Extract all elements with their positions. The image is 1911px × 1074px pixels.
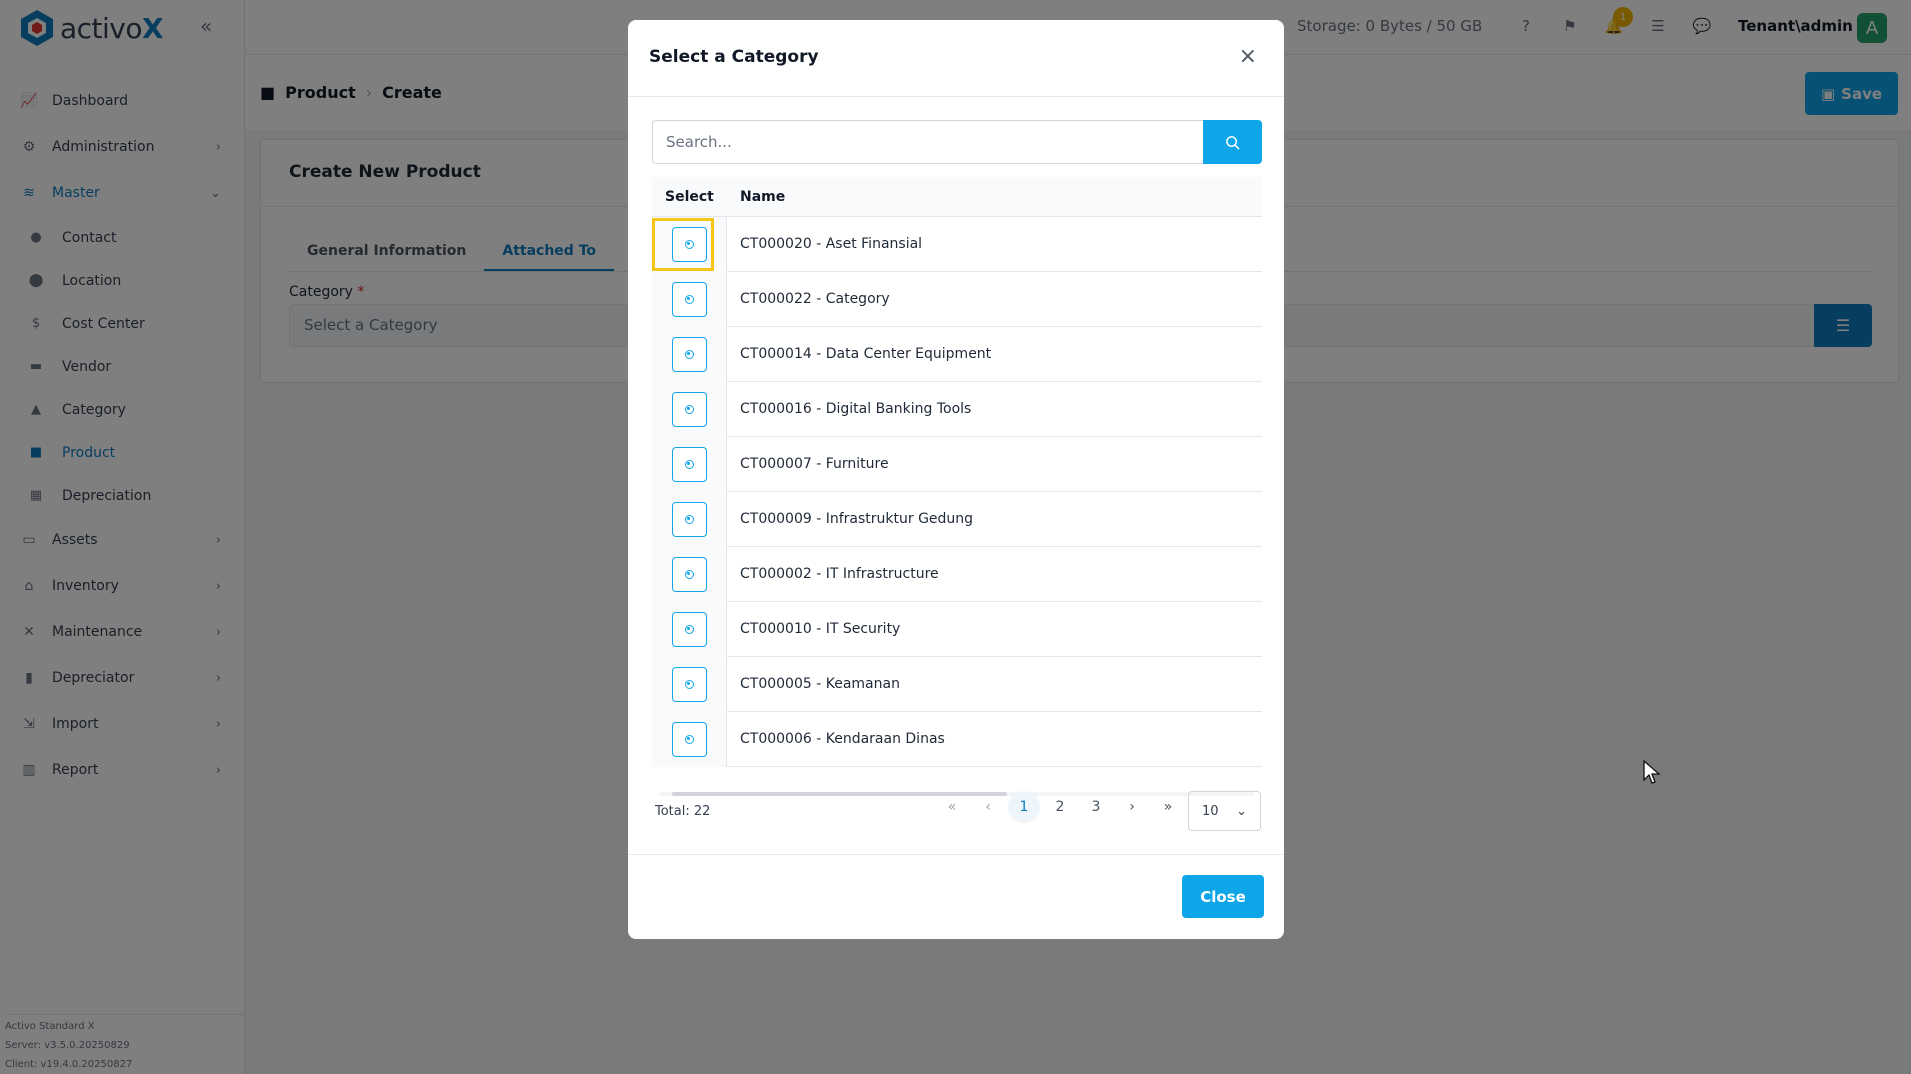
radio-icon bbox=[684, 624, 694, 634]
prev-page-icon[interactable]: ‹ bbox=[972, 791, 1004, 823]
table-row: CT000006 - Kendaraan Dinas bbox=[652, 711, 1262, 767]
page-3[interactable]: 3 bbox=[1080, 791, 1112, 823]
last-page-icon[interactable]: » bbox=[1152, 791, 1184, 823]
page-2[interactable]: 2 bbox=[1044, 791, 1076, 823]
select-row-button[interactable] bbox=[671, 446, 707, 482]
select-cell bbox=[652, 601, 727, 657]
table-row: CT000016 - Digital Banking Tools bbox=[652, 381, 1262, 437]
first-page-icon[interactable]: « bbox=[936, 791, 968, 823]
chevron-down-icon: ⌄ bbox=[1236, 803, 1247, 819]
radio-icon bbox=[684, 459, 694, 469]
select-category-modal: Select a Category × Select Name CT000020… bbox=[628, 20, 1284, 939]
select-cell bbox=[652, 271, 727, 327]
select-row-button[interactable] bbox=[671, 281, 707, 317]
radio-icon bbox=[684, 734, 694, 744]
table-row: CT000005 - Keamanan bbox=[652, 656, 1262, 712]
select-row-button[interactable] bbox=[671, 666, 707, 702]
category-name: CT000022 - Category bbox=[740, 291, 890, 307]
search-bar bbox=[652, 120, 1262, 164]
search-button[interactable] bbox=[1203, 120, 1262, 164]
modal-footer bbox=[628, 854, 1284, 855]
select-row-button[interactable] bbox=[671, 556, 707, 592]
table-row: CT000010 - IT Security bbox=[652, 601, 1262, 657]
radio-icon bbox=[684, 294, 694, 304]
select-cell bbox=[652, 436, 727, 492]
select-row-button[interactable] bbox=[671, 501, 707, 537]
select-row-button[interactable] bbox=[671, 721, 707, 757]
category-name: CT000005 - Keamanan bbox=[740, 676, 900, 692]
category-name: CT000006 - Kendaraan Dinas bbox=[740, 731, 945, 747]
page-size-select[interactable]: 10 ⌄ bbox=[1188, 791, 1261, 831]
category-name: CT000020 - Aset Finansial bbox=[740, 236, 923, 252]
select-cell bbox=[652, 546, 727, 602]
radio-icon bbox=[684, 404, 694, 414]
category-name: CT000009 - Infrastruktur Gedung bbox=[740, 511, 974, 527]
search-icon bbox=[1226, 135, 1240, 150]
search-input[interactable] bbox=[652, 120, 1203, 164]
radio-icon bbox=[684, 514, 694, 524]
page-size-value: 10 bbox=[1202, 803, 1219, 819]
category-name: CT000010 - IT Security bbox=[740, 621, 901, 637]
column-select: Select bbox=[665, 188, 714, 205]
category-name: CT000014 - Data Center Equipment bbox=[740, 346, 992, 362]
column-name: Name bbox=[740, 188, 786, 205]
radio-icon bbox=[684, 349, 694, 359]
radio-icon bbox=[684, 679, 694, 689]
table-row: CT000022 - Category bbox=[652, 271, 1262, 327]
radio-icon bbox=[684, 569, 694, 579]
modal-title: Select a Category bbox=[649, 47, 819, 67]
mouse-cursor-icon bbox=[1643, 760, 1661, 784]
table-row: CT000009 - Infrastruktur Gedung bbox=[652, 491, 1262, 547]
table-row: CT000014 - Data Center Equipment bbox=[652, 326, 1262, 382]
table-row: CT000020 - Aset Finansial bbox=[652, 216, 1262, 272]
modal-header: Select a Category × bbox=[628, 20, 1284, 97]
table-row: CT000002 - IT Infrastructure bbox=[652, 546, 1262, 602]
select-cell bbox=[652, 711, 727, 767]
focus-highlight bbox=[652, 217, 714, 271]
close-icon[interactable]: × bbox=[1239, 46, 1257, 68]
pagination: « ‹ 1 2 3 › » bbox=[936, 791, 1184, 823]
select-cell bbox=[652, 491, 727, 547]
select-cell bbox=[652, 216, 727, 272]
category-name: CT000002 - IT Infrastructure bbox=[740, 566, 939, 582]
category-name: CT000007 - Furniture bbox=[740, 456, 889, 472]
select-row-button[interactable] bbox=[671, 611, 707, 647]
select-cell bbox=[652, 326, 727, 382]
page-1[interactable]: 1 bbox=[1008, 791, 1040, 823]
category-table: Select Name CT000020 - Aset Finansial CT… bbox=[652, 177, 1262, 767]
select-cell bbox=[652, 656, 727, 712]
table-row: CT000007 - Furniture bbox=[652, 436, 1262, 492]
close-button[interactable]: Close bbox=[1182, 875, 1264, 918]
radio-icon bbox=[684, 239, 694, 249]
select-cell bbox=[652, 381, 727, 437]
select-row-button[interactable] bbox=[671, 391, 707, 427]
select-row-button[interactable] bbox=[671, 336, 707, 372]
total-count: Total: 22 bbox=[655, 804, 711, 819]
table-header: Select Name bbox=[652, 177, 1262, 217]
next-page-icon[interactable]: › bbox=[1116, 791, 1148, 823]
category-name: CT000016 - Digital Banking Tools bbox=[740, 401, 972, 417]
